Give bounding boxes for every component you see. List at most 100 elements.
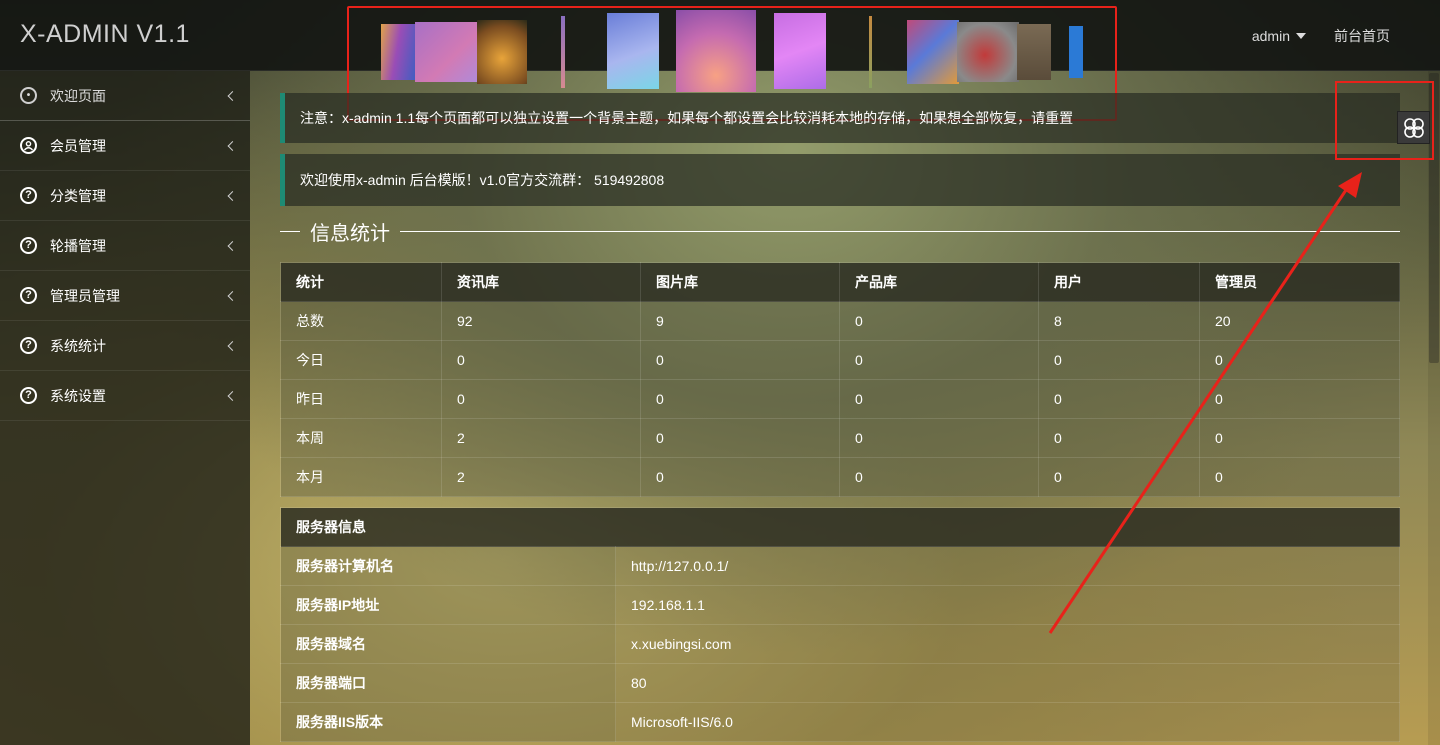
clover-icon	[1403, 117, 1424, 138]
table-cell: 8	[1038, 301, 1200, 341]
notice-banner: 注意：x-admin 1.1每个页面都可以独立设置一个背景主题，如果每个都设置会…	[280, 93, 1400, 143]
sidebar-item-label: 管理员管理	[50, 287, 120, 304]
table-cell: 0	[640, 457, 840, 497]
table-cell: 总数	[280, 301, 442, 341]
table-cell: 0	[1038, 379, 1200, 419]
table-cell: 9	[640, 301, 840, 341]
chevron-left-icon	[227, 140, 238, 151]
sidebar-item-carousel[interactable]: ? 轮播管理	[0, 221, 250, 271]
column-header: 产品库	[839, 262, 1039, 302]
table-cell: 0	[640, 418, 840, 458]
table-cell: 0	[1199, 418, 1400, 458]
column-header: 管理员	[1199, 262, 1400, 302]
sidebar-item-statistics[interactable]: ? 系统统计	[0, 321, 250, 371]
table-cell: 0	[839, 457, 1039, 497]
table-cell: 2	[441, 418, 641, 458]
table-cell: 0	[1199, 340, 1400, 380]
column-header: 图片库	[640, 262, 840, 302]
column-header: 用户	[1038, 262, 1200, 302]
row-value: Microsoft-IIS/6.0	[615, 702, 1400, 742]
table-row: 本月 2 0 0 0 0	[280, 457, 1400, 497]
scrollbar[interactable]	[1428, 71, 1440, 745]
front-home-link[interactable]: 前台首页	[1334, 26, 1390, 46]
chevron-left-icon	[227, 240, 238, 251]
palette-icon: •	[20, 87, 37, 104]
column-header: 统计	[280, 262, 442, 302]
caret-down-icon	[1296, 33, 1306, 39]
chevron-left-icon	[227, 290, 238, 301]
row-label: 服务器IP地址	[280, 585, 616, 625]
question-circle-icon: ?	[20, 287, 37, 304]
stats-table: 统计 资讯库 图片库 产品库 用户 管理员 总数 92 9 0 8 20 今日 …	[280, 262, 1400, 497]
server-table-title: 服务器信息	[280, 507, 1400, 547]
table-row: 服务器域名 x.xuebingsi.com	[280, 624, 1400, 664]
table-row: 服务器IIS版本 Microsoft-IIS/6.0	[280, 702, 1400, 742]
table-cell: 昨日	[280, 379, 442, 419]
row-label: 服务器IIS版本	[280, 702, 616, 742]
sidebar-item-admins[interactable]: ? 管理员管理	[0, 271, 250, 321]
row-value: 192.168.1.1	[615, 585, 1400, 625]
sidebar-item-welcome[interactable]: • 欢迎页面	[0, 71, 250, 121]
sidebar-item-label: 轮播管理	[50, 237, 106, 254]
divider	[400, 230, 1400, 232]
app-logo[interactable]: X-ADMIN V1.1	[20, 20, 190, 49]
table-cell: 0	[1038, 418, 1200, 458]
theme-switch-button[interactable]	[1397, 111, 1430, 144]
table-cell: 0	[640, 379, 840, 419]
table-cell: 本月	[280, 457, 442, 497]
table-cell: 20	[1199, 301, 1400, 341]
question-circle-icon: ?	[20, 187, 37, 204]
section-title: 信息统计	[310, 222, 390, 245]
question-circle-icon: ?	[20, 337, 37, 354]
table-cell: 2	[441, 457, 641, 497]
table-cell: 0	[839, 301, 1039, 341]
main-content: 注意：x-admin 1.1每个页面都可以独立设置一个背景主题，如果每个都设置会…	[250, 71, 1440, 745]
column-header: 资讯库	[441, 262, 641, 302]
table-cell: 0	[1199, 457, 1400, 497]
table-cell: 0	[839, 340, 1039, 380]
table-row: 服务器IP地址 192.168.1.1	[280, 585, 1400, 625]
table-row: 总数 92 9 0 8 20	[280, 301, 1400, 341]
section-legend: 信息统计	[280, 216, 1400, 246]
server-info-table: 服务器信息 服务器计算机名 http://127.0.0.1/ 服务器IP地址 …	[280, 507, 1400, 742]
table-cell: 今日	[280, 340, 442, 380]
sidebar-item-members[interactable]: 会员管理	[0, 121, 250, 171]
row-value: x.xuebingsi.com	[615, 624, 1400, 664]
row-label: 服务器域名	[280, 624, 616, 664]
user-menu[interactable]: admin	[1252, 26, 1306, 46]
header-nav: admin 前台首页	[1252, 26, 1390, 46]
chevron-left-icon	[227, 90, 238, 101]
chevron-left-icon	[227, 190, 238, 201]
table-row: 服务器端口 80	[280, 663, 1400, 703]
chevron-left-icon	[227, 390, 238, 401]
user-circle-icon	[20, 137, 37, 154]
table-cell: 0	[839, 379, 1039, 419]
table-header-row: 服务器信息	[280, 507, 1400, 547]
sidebar-item-label: 欢迎页面	[50, 87, 106, 104]
sidebar-item-label: 系统设置	[50, 387, 106, 404]
sidebar-item-settings[interactable]: ? 系统设置	[0, 371, 250, 421]
table-cell: 0	[441, 340, 641, 380]
sidebar-item-label: 会员管理	[50, 137, 106, 154]
sidebar: • 欢迎页面 会员管理 ? 分类管理 ? 轮播管理 ? 管理员管理 ? 系统统计…	[0, 71, 250, 745]
table-cell: 0	[1038, 457, 1200, 497]
table-cell: 92	[441, 301, 641, 341]
table-row: 服务器计算机名 http://127.0.0.1/	[280, 546, 1400, 586]
welcome-banner: 欢迎使用x-admin 后台模版！v1.0官方交流群： 519492808	[280, 154, 1400, 206]
notice-text: 注意：x-admin 1.1每个页面都可以独立设置一个背景主题，如果每个都设置会…	[300, 110, 1074, 126]
user-name: admin	[1251, 28, 1290, 44]
table-cell: 0	[1199, 379, 1400, 419]
chevron-left-icon	[227, 340, 238, 351]
table-row: 今日 0 0 0 0 0	[280, 340, 1400, 380]
welcome-text: 欢迎使用x-admin 后台模版！v1.0官方交流群： 519492808	[300, 172, 665, 188]
divider	[280, 230, 300, 232]
table-cell: 本周	[280, 418, 442, 458]
table-cell: 0	[839, 418, 1039, 458]
table-cell: 0	[1038, 340, 1200, 380]
table-row: 本周 2 0 0 0 0	[280, 418, 1400, 458]
question-circle-icon: ?	[20, 237, 37, 254]
table-cell: 0	[441, 379, 641, 419]
table-cell: 0	[640, 340, 840, 380]
question-circle-icon: ?	[20, 387, 37, 404]
sidebar-item-categories[interactable]: ? 分类管理	[0, 171, 250, 221]
